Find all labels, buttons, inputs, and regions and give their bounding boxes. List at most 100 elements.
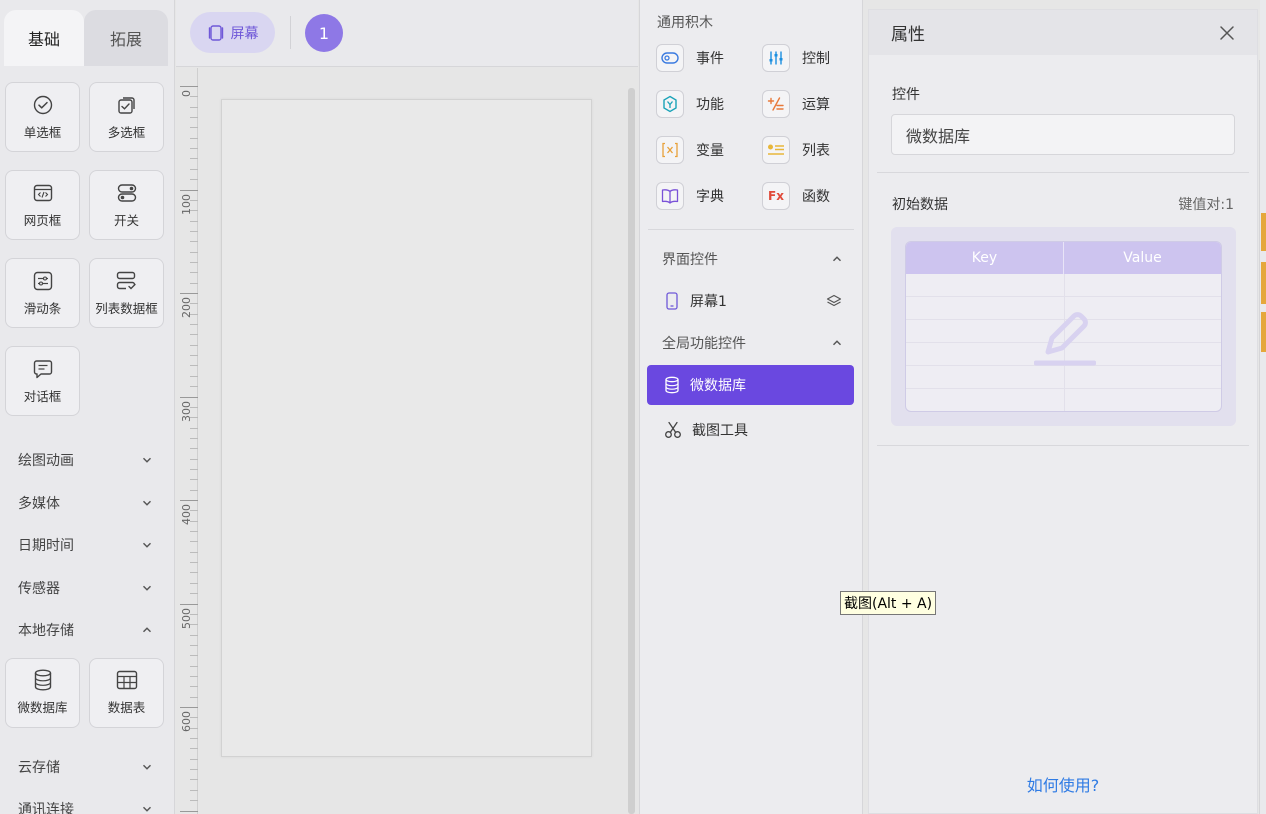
how-to-use-link[interactable]: 如何使用? xyxy=(869,772,1257,796)
function-icon xyxy=(656,90,684,118)
ruler-tick xyxy=(190,758,198,760)
category-drawing-animation[interactable]: 绘图动画 xyxy=(0,439,174,482)
component-checkbox[interactable]: 多选框 xyxy=(89,82,164,152)
component-slider[interactable]: 滑动条 xyxy=(5,258,80,328)
database-icon xyxy=(32,669,54,691)
ruler-tick xyxy=(190,241,198,243)
block-label: 控制 xyxy=(802,51,830,67)
block-control[interactable]: 控制 xyxy=(762,41,868,75)
dictionary-icon xyxy=(656,182,684,210)
block-fx[interactable]: Fx 函数 xyxy=(762,179,868,213)
ruler-tick xyxy=(180,396,198,398)
category-local-storage[interactable]: 本地存储 xyxy=(0,609,174,652)
edge-marker xyxy=(1261,213,1266,251)
ui-controls-header[interactable]: 界面控件 xyxy=(640,237,862,281)
ruler-tick xyxy=(180,86,198,87)
block-label: 变量 xyxy=(696,143,724,159)
ruler-label: 100 xyxy=(180,193,193,215)
category-label: 通讯连接 xyxy=(18,802,74,814)
tab-extension[interactable]: 拓展 xyxy=(84,10,168,66)
block-label: 运算 xyxy=(802,97,830,113)
close-icon[interactable] xyxy=(1219,25,1235,41)
ruler-label: 500 xyxy=(180,607,193,629)
block-dictionary[interactable]: 字典 xyxy=(656,179,762,213)
kv-count: 键值对:1 xyxy=(1178,197,1234,213)
screen-selector-button[interactable]: 屏幕 xyxy=(190,12,275,53)
global-item-screenshot-tool[interactable]: 截图工具 xyxy=(647,410,854,450)
block-event[interactable]: 事件 xyxy=(656,41,762,75)
ruler-tick xyxy=(190,696,198,698)
category-label: 云存储 xyxy=(18,759,60,776)
chevron-down-icon xyxy=(142,806,152,813)
fx-icon: Fx xyxy=(762,182,790,210)
ruler-tick xyxy=(190,531,198,533)
block-list[interactable]: 列表 xyxy=(762,133,868,167)
phone-screen-preview[interactable] xyxy=(221,99,592,757)
screenshot-tooltip: 截图(Alt + A) xyxy=(840,591,937,615)
control-name-field[interactable]: 微数据库 xyxy=(891,114,1235,155)
category-multimedia[interactable]: 多媒体 xyxy=(0,482,174,525)
ruler-tick xyxy=(190,220,198,222)
dialog-icon xyxy=(32,358,54,380)
initial-data-editor[interactable]: Key Value xyxy=(891,227,1236,426)
design-canvas: 0100200300400500600700 xyxy=(176,68,638,814)
properties-title: 属性 xyxy=(891,25,925,45)
component-radio[interactable]: 单选框 xyxy=(5,82,80,152)
global-controls-header[interactable]: 全局功能控件 xyxy=(640,321,862,365)
category-date-time[interactable]: 日期时间 xyxy=(0,524,174,567)
component-dialog[interactable]: 对话框 xyxy=(5,346,80,416)
block-math[interactable]: 运算 xyxy=(762,87,868,121)
ruler-label: 400 xyxy=(180,504,193,525)
variable-icon xyxy=(656,136,684,164)
layers-icon[interactable] xyxy=(826,294,842,308)
ruler-tick xyxy=(190,344,198,346)
properties-panel: 属性 控件 微数据库 初始数据 键值对:1 Key Value 如何使用? xyxy=(868,9,1263,814)
ruler-tick xyxy=(180,603,198,605)
event-icon xyxy=(656,44,684,72)
category-cloud-storage[interactable]: 云存储 xyxy=(0,746,174,789)
switch-icon xyxy=(116,182,138,204)
list-icon xyxy=(762,136,790,164)
ruler-tick xyxy=(190,479,198,481)
component-data-table[interactable]: 数据表 xyxy=(89,657,164,728)
canvas-scrollbar[interactable] xyxy=(628,88,635,814)
global-item-micro-database[interactable]: 微数据库 xyxy=(647,365,854,405)
screen-selector-label: 屏幕 xyxy=(230,25,259,42)
screen1-item[interactable]: 屏幕1 xyxy=(647,281,854,321)
block-label: 字典 xyxy=(696,189,724,205)
ruler-tick xyxy=(190,458,198,460)
component-list-data[interactable]: 列表数据框 xyxy=(89,258,164,328)
webview-icon xyxy=(32,182,54,204)
ruler-tick xyxy=(190,551,198,553)
ruler-tick xyxy=(190,324,198,326)
block-label: 列表 xyxy=(802,143,830,159)
edge-marker xyxy=(1261,262,1266,304)
component-micro-database[interactable]: 微数据库 xyxy=(5,657,80,728)
category-label: 传感器 xyxy=(18,580,60,597)
list-data-icon xyxy=(116,270,138,292)
category-communication[interactable]: 通讯连接 xyxy=(0,788,174,814)
tab-basic[interactable]: 基础 xyxy=(4,10,84,66)
ruler-tick xyxy=(190,582,198,584)
component-webview[interactable]: 网页框 xyxy=(5,170,80,240)
basic-component-grid: 单选框 多选框 网页框 开关 滑动条 列表数据框 对话框 xyxy=(0,66,174,416)
component-switch[interactable]: 开关 xyxy=(89,170,164,240)
ruler-tick xyxy=(190,179,198,181)
database-icon xyxy=(665,376,679,394)
component-label: 微数据库 xyxy=(17,700,68,715)
component-palette: 基础 拓展 单选框 多选框 网页框 开关 滑动条 列表数据框 对话框 绘图动画 … xyxy=(0,0,175,814)
ruler-tick xyxy=(190,117,198,119)
ruler-tick xyxy=(190,769,198,771)
ruler-tick xyxy=(190,779,198,781)
ruler-tick xyxy=(190,655,198,657)
kv-table: Key Value xyxy=(905,241,1222,412)
category-label: 本地存储 xyxy=(18,623,74,640)
value-column-header: Value xyxy=(1123,250,1162,266)
ruler-tick xyxy=(190,386,198,388)
block-function[interactable]: 功能 xyxy=(656,87,762,121)
category-sensor[interactable]: 传感器 xyxy=(0,567,174,610)
ruler-tick xyxy=(190,261,198,263)
screen-number-badge[interactable]: 1 xyxy=(305,14,343,52)
block-variable[interactable]: 变量 xyxy=(656,133,762,167)
ruler-tick xyxy=(190,665,198,667)
